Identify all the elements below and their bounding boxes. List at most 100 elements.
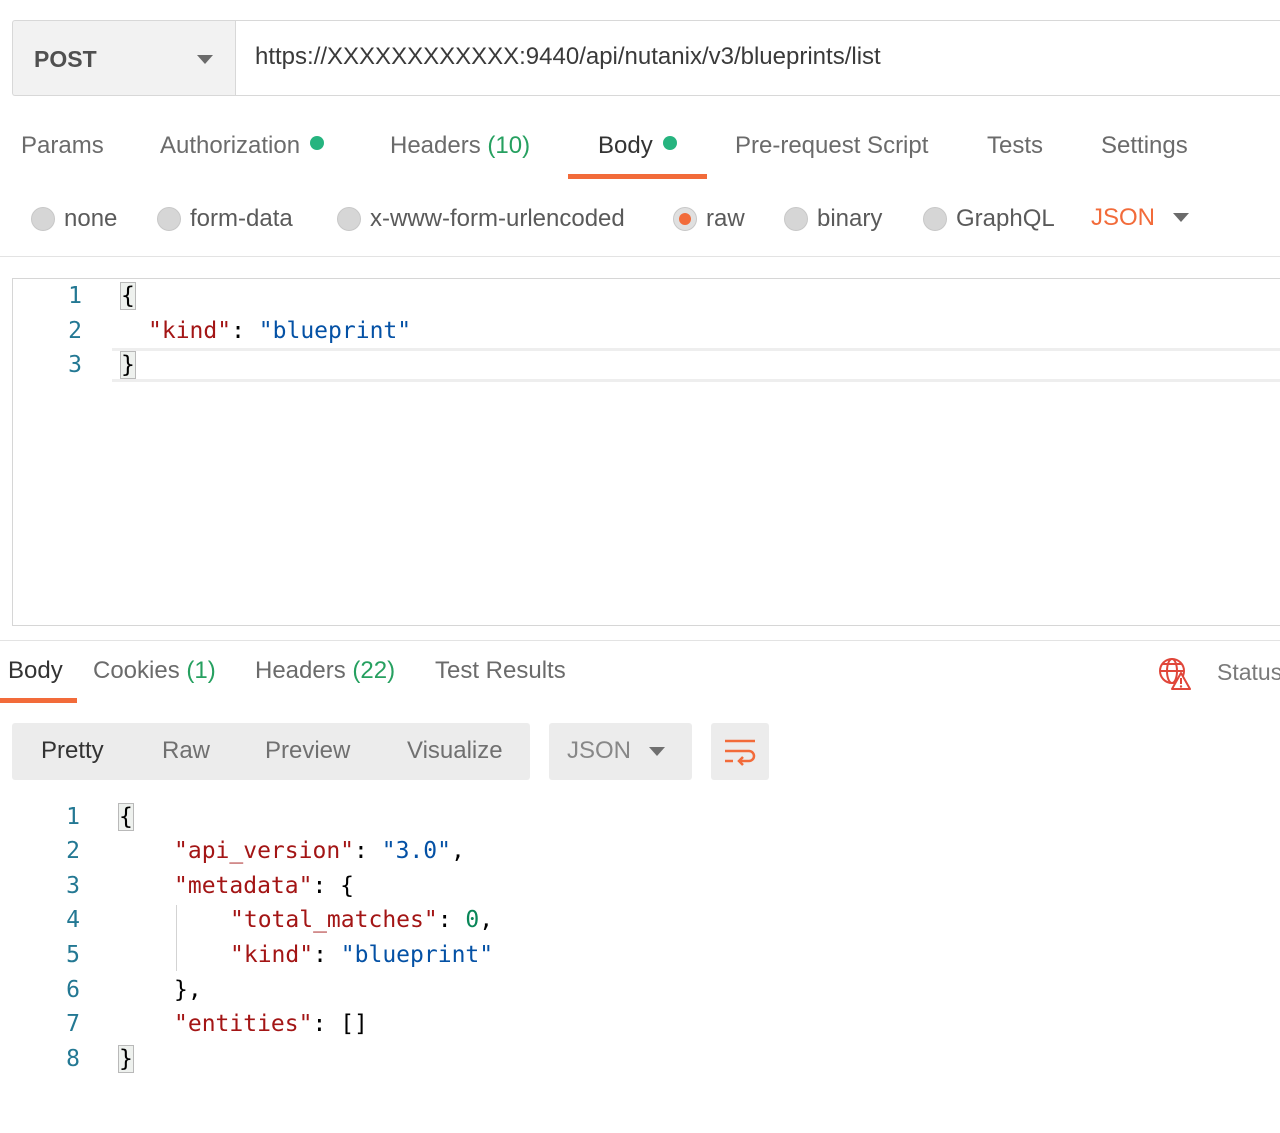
divider	[0, 640, 1280, 641]
tab-settings[interactable]: Settings	[1101, 132, 1188, 160]
response-tab-cookies[interactable]: Cookies (1)	[93, 657, 216, 685]
view-visualize-button[interactable]: Visualize	[407, 737, 503, 765]
radio-label: none	[64, 205, 118, 232]
tab-params[interactable]: Params	[21, 132, 104, 160]
code-token: "total_matches"	[230, 907, 438, 933]
code-line: },	[174, 973, 202, 1007]
line-number: 5	[66, 942, 80, 968]
code-line: "api_version": "3.0",	[174, 838, 465, 864]
radio-circle-icon	[923, 207, 947, 231]
code-line: {	[118, 800, 134, 834]
wrap-lines-icon	[725, 739, 756, 766]
url-text: https://XXXXXXXXXXXX:9440/api/nutanix/v3…	[255, 43, 881, 70]
radio-label: binary	[817, 205, 883, 232]
code-line: "total_matches": 0,	[230, 907, 494, 933]
tab-label: Cookies	[93, 657, 180, 684]
radio-circle-icon	[784, 207, 808, 231]
tab-label: Tests	[987, 132, 1044, 159]
radio-label: x-www-form-urlencoded	[370, 205, 625, 232]
code-line: "entities": []	[174, 1011, 368, 1037]
radio-selected-icon	[673, 207, 697, 231]
status-label: Status	[1217, 659, 1280, 685]
tab-label: Body	[8, 657, 63, 684]
line-number: 7	[66, 1011, 80, 1037]
wrap-lines-button[interactable]	[711, 723, 769, 780]
active-tab-underline	[568, 174, 707, 179]
code-token: },	[174, 977, 202, 1003]
globe-warning-icon[interactable]	[1157, 656, 1191, 690]
tab-label: Authorization	[160, 132, 301, 159]
tab-tests[interactable]: Tests	[987, 132, 1043, 160]
chevron-down-icon	[649, 747, 665, 756]
tab-label: Body	[598, 132, 653, 159]
radio-label: raw	[706, 205, 745, 232]
code-token: "blueprint"	[258, 318, 412, 344]
line-number: 3	[68, 352, 82, 378]
indent-guide	[176, 905, 177, 971]
line-number: 8	[66, 1046, 80, 1072]
active-tab-underline	[0, 698, 77, 703]
line-number: 1	[66, 804, 80, 830]
line-number: 1	[68, 283, 82, 309]
code-token: "3.0"	[381, 838, 451, 864]
code-token: }	[118, 1045, 134, 1073]
view-preview-button[interactable]: Preview	[265, 737, 350, 765]
view-raw-button[interactable]: Raw	[162, 737, 210, 765]
line-number: 2	[66, 838, 80, 864]
line-number: 6	[66, 977, 80, 1003]
response-format-select[interactable]: JSON	[549, 723, 692, 780]
status-dot-icon	[310, 136, 325, 150]
code-token: }	[120, 351, 136, 379]
radio-label: GraphQL	[956, 205, 1055, 232]
tab-label: Headers	[255, 657, 346, 684]
code-token: []	[340, 1011, 368, 1037]
radio-circle-icon	[157, 207, 181, 231]
code-token: :	[231, 318, 259, 344]
radio-circle-icon	[337, 207, 361, 231]
tab-count: (10)	[487, 132, 531, 159]
code-line: {	[120, 279, 136, 313]
tab-label: Headers	[390, 132, 481, 159]
tab-count: (22)	[352, 657, 396, 684]
code-token: "api_version"	[174, 838, 355, 864]
code-token: {	[120, 282, 136, 310]
code-token: {	[118, 803, 134, 831]
response-tab-body[interactable]: Body	[8, 657, 63, 685]
url-input[interactable]: https://XXXXXXXXXXXX:9440/api/nutanix/v3…	[235, 20, 1280, 96]
code-line: }	[120, 348, 136, 382]
tab-label: Params	[21, 132, 104, 159]
divider	[0, 256, 1280, 257]
radio-label: form-data	[190, 205, 293, 232]
response-tab-headers[interactable]: Headers (22)	[255, 657, 395, 685]
tab-count: (1)	[186, 657, 216, 684]
line-number: 3	[66, 873, 80, 899]
code-line: }	[118, 1042, 134, 1076]
chevron-down-icon[interactable]	[1173, 213, 1189, 222]
tab-label: Test Results	[435, 657, 566, 684]
code-line: "metadata": {	[174, 873, 355, 899]
response-tab-test-results[interactable]: Test Results	[435, 657, 566, 685]
code-token: "metadata"	[174, 873, 313, 899]
tab-label: Settings	[1101, 132, 1188, 159]
code-token: "kind"	[148, 318, 232, 344]
chevron-down-icon	[197, 55, 213, 64]
view-pretty-button[interactable]: Pretty	[41, 737, 104, 765]
format-label: JSON	[567, 737, 632, 764]
code-token: "blueprint"	[340, 942, 494, 968]
code-line: "kind": "blueprint"	[148, 314, 411, 348]
line-number: 4	[66, 907, 80, 933]
code-token: 0	[465, 907, 480, 933]
tab-label: Pre-request Script	[735, 132, 929, 159]
tab-headers[interactable]: Headers (10)	[390, 132, 530, 160]
view-mode-group: Pretty Raw Preview Visualize	[12, 723, 530, 780]
code-token: "kind"	[230, 942, 314, 968]
body-language-select[interactable]: JSON	[1091, 204, 1155, 232]
line-number: 2	[68, 318, 82, 344]
code-line: "kind": "blueprint"	[230, 942, 494, 968]
method-select[interactable]: POST	[12, 20, 235, 96]
tab-body[interactable]: Body	[598, 132, 677, 160]
tab-authorization[interactable]: Authorization	[160, 132, 325, 160]
radio-circle-icon	[31, 207, 55, 231]
method-label: POST	[34, 46, 97, 72]
tab-pre-request-script[interactable]: Pre-request Script	[735, 132, 928, 160]
